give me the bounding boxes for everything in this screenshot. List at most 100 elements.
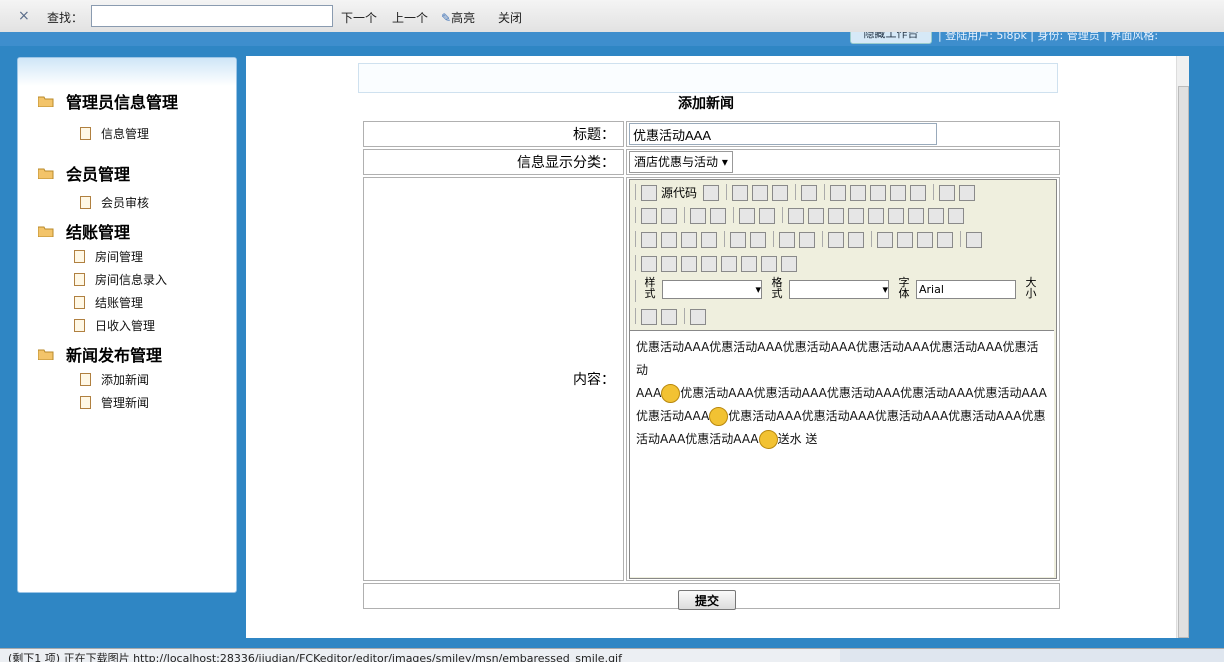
subscript-icon[interactable]	[730, 232, 746, 248]
sidebar-group-admin[interactable]: 管理员信息管理	[38, 89, 178, 113]
content-text-6: 活动AAA优惠活动AAA	[636, 432, 759, 446]
redo-icon[interactable]	[661, 208, 677, 224]
superscript-icon[interactable]	[750, 232, 766, 248]
textfield-icon[interactable]	[848, 208, 864, 224]
item-label: 房间信息录入	[95, 273, 168, 287]
print-icon[interactable]	[939, 185, 956, 201]
indent-icon[interactable]	[848, 232, 864, 248]
toolbar-row-3	[632, 228, 1056, 250]
sidebar-group-members[interactable]: 会员管理	[38, 161, 130, 185]
item-label: 管理新闻	[101, 396, 150, 410]
template-icon[interactable]	[801, 185, 818, 201]
cut-icon[interactable]	[830, 185, 847, 201]
sidebar-item-info-manage[interactable]: 信息管理	[80, 125, 149, 142]
spellcheck-icon[interactable]	[959, 185, 976, 201]
category-select[interactable]: 酒店优惠与活动 ▾	[629, 151, 733, 173]
vertical-scrollbar[interactable]	[1176, 56, 1189, 638]
toolbar-row-6	[632, 305, 1056, 327]
document-icon	[74, 250, 85, 263]
sidebar-item-room-entry[interactable]: 房间信息录入	[74, 271, 167, 288]
item-label: 房间管理	[95, 250, 144, 264]
source-button[interactable]: 源代码	[661, 186, 697, 200]
bg-color-icon[interactable]	[661, 309, 677, 325]
outdent-icon[interactable]	[828, 232, 844, 248]
size-label: 大小	[1025, 276, 1037, 300]
format-label: 格式	[771, 276, 783, 300]
horizontal-rule-icon[interactable]	[701, 256, 717, 272]
item-label: 日收入管理	[95, 319, 156, 333]
item-label: 信息管理	[101, 127, 150, 141]
hidden-field-icon[interactable]	[948, 208, 964, 224]
source-icon[interactable]	[641, 185, 657, 201]
submit-button[interactable]: 提交	[678, 590, 736, 610]
sidebar-group-news[interactable]: 新闻发布管理	[38, 342, 162, 366]
checkbox-icon[interactable]	[808, 208, 824, 224]
font-select[interactable]: Arial	[916, 280, 1016, 299]
flash-icon[interactable]	[661, 256, 677, 272]
format-select[interactable]: ▾	[789, 280, 889, 299]
textarea-icon[interactable]	[868, 208, 884, 224]
chevron-down-icon: ▾	[721, 155, 728, 169]
paste-word-icon[interactable]	[910, 185, 927, 201]
find-icon[interactable]	[690, 208, 706, 224]
replace-icon[interactable]	[710, 208, 726, 224]
paste-icon[interactable]	[870, 185, 887, 201]
scrollbar-thumb[interactable]	[1178, 86, 1189, 638]
templates-icon[interactable]	[703, 185, 720, 201]
align-right-icon[interactable]	[917, 232, 933, 248]
link-icon[interactable]	[966, 232, 982, 248]
radio-icon[interactable]	[828, 208, 844, 224]
sidebar-item-manage-news[interactable]: 管理新闻	[80, 394, 149, 411]
form-icon[interactable]	[788, 208, 804, 224]
table-icon[interactable]	[681, 256, 697, 272]
find-close-button[interactable]: 关闭	[498, 9, 522, 26]
unordered-list-icon[interactable]	[799, 232, 815, 248]
text-color-icon[interactable]	[641, 309, 657, 325]
copy-icon[interactable]	[850, 185, 867, 201]
strikethrough-icon[interactable]	[701, 232, 717, 248]
italic-icon[interactable]	[661, 232, 677, 248]
editor-content[interactable]: 优惠活动AAA优惠活动AAA优惠活动AAA优惠活动AAA优惠活动AAA优惠活动 …	[630, 331, 1054, 456]
image-icon[interactable]	[641, 256, 657, 272]
remove-format-icon[interactable]	[759, 208, 775, 224]
preview-icon[interactable]	[772, 185, 789, 201]
image-button-icon[interactable]	[928, 208, 944, 224]
save-icon[interactable]	[732, 185, 749, 201]
group-label: 结账管理	[66, 223, 131, 242]
top-box	[358, 63, 1058, 93]
align-center-icon[interactable]	[897, 232, 913, 248]
find-next-button[interactable]: 下一个	[341, 9, 377, 26]
hide-workbench-button[interactable]: 隐藏工作台	[850, 32, 932, 44]
align-justify-icon[interactable]	[937, 232, 953, 248]
align-left-icon[interactable]	[877, 232, 893, 248]
toolbar-row-4	[632, 252, 1056, 274]
bold-icon[interactable]	[641, 232, 657, 248]
find-input[interactable]	[91, 5, 333, 27]
sidebar-item-checkout-manage[interactable]: 结账管理	[74, 294, 143, 311]
special-char-icon[interactable]	[741, 256, 757, 272]
editor-content-area[interactable]: 优惠活动AAA优惠活动AAA优惠活动AAA优惠活动AAA优惠活动AAA优惠活动 …	[630, 330, 1054, 577]
smiley-icon[interactable]	[721, 256, 737, 272]
sidebar-item-member-review[interactable]: 会员审核	[80, 194, 149, 211]
sidebar-item-room-manage[interactable]: 房间管理	[74, 248, 143, 265]
new-page-icon[interactable]	[752, 185, 769, 201]
button-icon[interactable]	[908, 208, 924, 224]
title-input[interactable]	[629, 123, 937, 145]
undo-icon[interactable]	[641, 208, 657, 224]
ordered-list-icon[interactable]	[779, 232, 795, 248]
select-field-icon[interactable]	[888, 208, 904, 224]
maximize-icon[interactable]	[690, 309, 706, 325]
select-all-icon[interactable]	[739, 208, 755, 224]
sidebar-item-add-news[interactable]: 添加新闻	[80, 371, 149, 388]
about-icon[interactable]	[781, 256, 797, 272]
sidebar-item-daily-income[interactable]: 日收入管理	[74, 317, 155, 334]
underline-icon[interactable]	[681, 232, 697, 248]
paste-text-icon[interactable]	[890, 185, 907, 201]
style-select[interactable]: ▾	[662, 280, 762, 299]
page-break-icon[interactable]	[761, 256, 777, 272]
sidebar-group-checkout[interactable]: 结账管理	[38, 219, 130, 243]
find-prev-button[interactable]: 上一个	[392, 9, 428, 26]
highlight-button[interactable]: ✎高亮	[441, 9, 475, 26]
close-find-icon[interactable]: ×	[18, 8, 30, 24]
status-text: (剩下1 项) 正在下载图片 http://localhost:28336/ji…	[8, 652, 622, 662]
